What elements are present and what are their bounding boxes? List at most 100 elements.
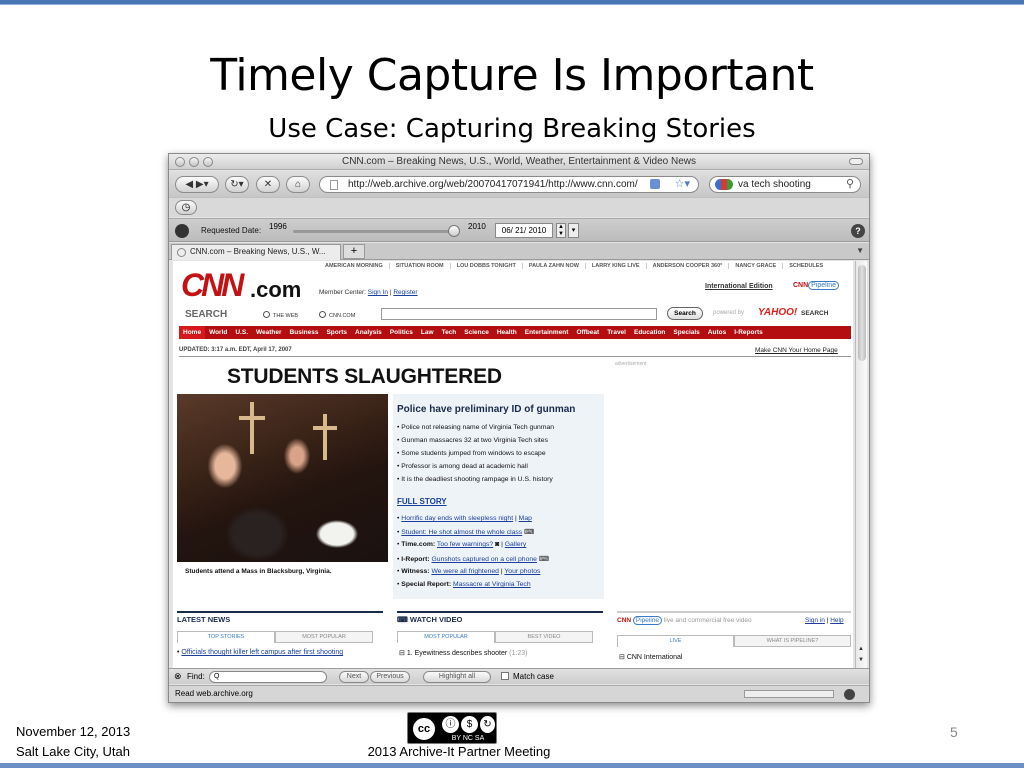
match-case-checkbox[interactable] [501,672,509,680]
date-field[interactable]: 06/ 21/ 2010 [495,223,553,238]
main-nav-item[interactable]: Business [286,326,323,339]
find-previous-button[interactable]: Previous [370,671,410,683]
pipeline-item[interactable]: ⊟ CNN International [619,653,682,661]
full-story-link[interactable]: FULL STORY [397,497,447,506]
sign-in-link[interactable]: Sign In [368,289,388,296]
google-search-icon[interactable] [715,179,733,190]
tab-list-icon[interactable]: ▼ [856,246,864,255]
horrific-day-link[interactable]: Horrific day ends with sleepless night [401,515,513,522]
scroll-up-icon[interactable]: ▲ [858,646,864,652]
main-nav-item[interactable]: Sports [322,326,351,339]
show-nav-item[interactable]: PAULA ZAHN NOW [521,263,585,269]
find-input[interactable]: Q [209,671,327,683]
main-nav-item[interactable]: Politics [386,326,417,339]
search-box[interactable]: va tech shooting ⚲ [709,176,861,193]
show-nav-item[interactable]: NANCY GRACE [728,263,782,269]
radio-web[interactable]: THE WEB [263,311,298,319]
tab-top-stories[interactable]: TOP STORIES [177,631,275,643]
main-nav-item[interactable]: U.S. [231,326,252,339]
main-nav-item[interactable]: Tech [438,326,461,339]
status-text: Read web.archive.org [175,689,253,698]
main-headline[interactable]: STUDENTS SLAUGHTERED [227,365,502,389]
special-report-link[interactable]: Massacre at Virginia Tech [453,581,531,588]
main-nav-item[interactable]: I-Reports [730,326,767,339]
stop-icon[interactable]: ✕ [256,176,280,193]
main-nav-item[interactable]: Home [179,326,206,339]
cnn-search-input[interactable] [381,308,657,320]
video-item[interactable]: ⊟ 1. Eyewitness describes shooter (1:23) [399,649,527,657]
your-photos-link[interactable]: Your photos [504,568,540,575]
wayback-icon[interactable] [175,224,189,238]
vertical-scrollbar[interactable]: ▲ ▼ [855,261,867,668]
highlight-all-button[interactable]: Highlight all [423,671,491,683]
student-link[interactable]: Student: He shot almost the whole class [401,529,522,536]
tab-most-popular[interactable]: MOST POPULAR [275,631,373,643]
tab-best-video[interactable]: BEST VIDEO [495,631,593,643]
story-bullet: • Police not releasing name of Virginia … [397,424,555,431]
main-nav-item[interactable]: Travel [603,326,630,339]
rss-icon[interactable] [650,179,660,189]
tab-video-most-popular[interactable]: MOST POPULAR [397,631,495,643]
date-dropdown-icon[interactable]: ▾ [568,223,579,238]
back-forward-button[interactable]: ◀ ▶▾ [175,176,219,193]
main-nav-item[interactable]: Offbeat [572,326,603,339]
show-nav-item[interactable]: AMERICAN MORNING [319,263,389,269]
main-nav-item[interactable]: Weather [252,326,286,339]
map-link[interactable]: Map [519,515,532,522]
story-heading[interactable]: Police have preliminary ID of gunman [397,404,575,415]
main-nav-item[interactable]: Autos [704,326,730,339]
cnn-search-button[interactable]: Search [667,307,703,320]
help-icon[interactable]: ? [851,224,865,238]
show-nav-item[interactable]: SITUATION ROOM [388,263,450,269]
show-nav-item[interactable]: LARRY KING LIVE [584,263,646,269]
tab-what-is-pipeline[interactable]: WHAT IS PIPELINE? [734,635,851,647]
tab-live[interactable]: LIVE [617,635,734,647]
collapse-icon[interactable]: ⊟ [399,650,407,657]
pipeline-sign-in-link[interactable]: Sign in [805,617,825,624]
new-tab-button[interactable]: + [343,244,365,259]
international-edition-link[interactable]: International Edition [705,283,773,290]
clock-icon[interactable]: ◷ [175,200,197,215]
radio-web-icon[interactable] [263,311,270,318]
home-icon[interactable]: ⌂ [286,176,310,193]
gunshots-link[interactable]: Gunshots captured on a cell phone [432,556,537,563]
tab-cnn[interactable]: CNN.com – Breaking News, U.S., W... [171,244,341,260]
too-few-warnings-link[interactable]: Too few warnings? [437,541,493,548]
show-nav-item[interactable]: LOU DOBBS TONIGHT [449,263,522,269]
main-nav-item[interactable]: Law [417,326,438,339]
toolbar-toggle-icon[interactable] [849,158,863,165]
show-nav-item[interactable]: ANDERSON COOPER 360° [645,263,729,269]
main-nav-item[interactable]: World [205,326,231,339]
magnifier-icon[interactable]: ⚲ [846,177,854,192]
radio-cnn-icon[interactable] [319,311,326,318]
find-next-button[interactable]: Next [339,671,369,683]
date-stepper[interactable]: ▲ ▼ [556,223,566,238]
make-home-link[interactable]: Make CNN Your Home Page [755,347,838,354]
scroll-down-icon[interactable]: ▼ [858,657,864,663]
collapse-icon[interactable]: ⊟ [619,654,627,661]
address-bar[interactable]: http://web.archive.org/web/2007041707194… [319,176,699,193]
pipeline-help-link[interactable]: Help [830,617,843,624]
main-nav-item[interactable]: Entertainment [521,326,573,339]
cnn-logo[interactable]: CNN [181,267,244,304]
reload-icon[interactable]: ↻▾ [225,176,249,193]
radio-cnn[interactable]: CNN.COM [319,311,355,319]
scroll-thumb[interactable] [858,265,866,361]
gallery-link[interactable]: Gallery [505,541,527,548]
main-nav-item[interactable]: Education [630,326,669,339]
main-nav-item[interactable]: Science [460,326,493,339]
date-slider[interactable] [293,230,458,233]
pipeline-logo[interactable]: CNN Pipeline [793,281,840,290]
page-number: 5 [950,724,958,740]
main-nav-item[interactable]: Specials [669,326,703,339]
main-nav-item[interactable]: Analysis [351,326,386,339]
news-photo[interactable] [177,394,388,562]
bookmark-star-icon[interactable]: ☆▾ [675,177,690,192]
frightened-link[interactable]: We were all frightened [431,568,499,575]
register-link[interactable]: Register [393,289,417,296]
date-slider-handle[interactable] [448,225,460,237]
main-nav-item[interactable]: Health [493,326,521,339]
show-nav-item[interactable]: SCHEDULES [782,263,829,269]
latest-news-link[interactable]: Officials thought killer left campus aft… [181,649,343,656]
close-find-icon[interactable]: ⊗ [174,671,182,682]
